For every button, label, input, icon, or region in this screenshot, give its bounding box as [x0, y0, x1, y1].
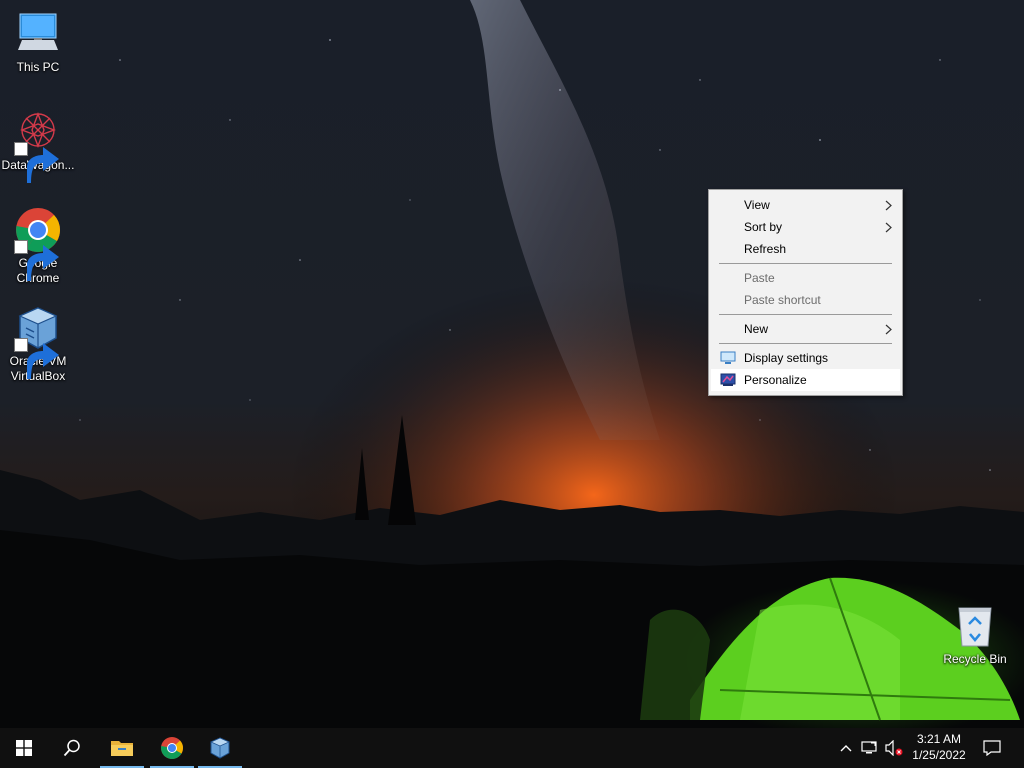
shortcut-arrow-icon [14, 338, 59, 379]
search-icon [63, 739, 80, 757]
menu-item-display-settings[interactable]: Display settings [711, 347, 900, 369]
desktop-icon-label: This PC [16, 60, 60, 74]
taskbar-file-explorer[interactable] [98, 728, 146, 768]
menu-item-label: Refresh [744, 242, 787, 256]
chevron-right-icon [885, 324, 892, 335]
menu-item-view[interactable]: View [711, 194, 900, 216]
action-center-button[interactable] [982, 738, 1002, 758]
menu-item-label: Paste [744, 271, 775, 285]
desktop-icon-datawagon[interactable]: DataWagon... [0, 108, 76, 183]
menu-item-label: Display settings [744, 351, 829, 365]
start-button[interactable] [0, 728, 48, 768]
menu-item-label: New [744, 322, 769, 336]
chevron-right-icon [885, 200, 892, 211]
menu-item-label: Personalize [744, 373, 807, 387]
personalize-icon [720, 373, 736, 387]
network-disconnected-icon [861, 741, 877, 754]
chevron-up-icon [840, 745, 852, 752]
network-tray-button[interactable] [860, 738, 880, 758]
volume-muted-icon [885, 740, 903, 756]
menu-item-label: Sort by [744, 220, 783, 234]
desktop-icon-this-pc[interactable]: This PC [0, 10, 76, 75]
menu-separator [719, 314, 892, 315]
desktop-icon-recycle-bin[interactable]: Recycle Bin [937, 602, 1013, 667]
menu-item-paste-shortcut: Paste shortcut [711, 289, 900, 311]
desktop-icon-google-chrome[interactable]: Google Chrome [0, 206, 76, 286]
menu-item-personalize[interactable]: Personalize [711, 369, 900, 391]
shortcut-arrow-icon [14, 240, 59, 281]
computer-icon [18, 13, 58, 50]
menu-item-label: Paste shortcut [744, 293, 821, 307]
chevron-right-icon [885, 222, 892, 233]
desktop-icon-oracle-vm-virtualbox[interactable]: Oracle VM VirtualBox [0, 304, 76, 384]
menu-item-sort-by[interactable]: Sort by [711, 216, 900, 238]
folder-icon [111, 741, 133, 756]
show-hidden-icons-button[interactable] [836, 738, 856, 758]
menu-item-paste: Paste [711, 267, 900, 289]
menu-separator [719, 343, 892, 344]
display-icon [720, 351, 736, 365]
desktop-context-menu: View Sort by Refresh Paste Paste shortcu… [708, 189, 903, 396]
taskbar: 3:21 AM 1/25/2022 [0, 728, 1024, 768]
taskbar-virtualbox[interactable] [196, 728, 244, 768]
volume-tray-button[interactable] [884, 738, 904, 758]
menu-item-refresh[interactable]: Refresh [711, 238, 900, 260]
recycle-bin-icon [958, 607, 992, 647]
virtualbox-icon [210, 737, 230, 759]
desktop-icon-label: Recycle Bin [943, 652, 1007, 666]
action-center-icon [983, 740, 1001, 756]
taskbar-clock[interactable]: 3:21 AM 1/25/2022 [905, 731, 973, 765]
menu-item-new[interactable]: New [711, 318, 900, 340]
search-button[interactable] [48, 728, 96, 768]
menu-separator [719, 263, 892, 264]
clock-date: 1/25/2022 [912, 748, 966, 762]
menu-item-label: View [744, 198, 770, 212]
windows-logo-icon [16, 740, 32, 756]
chrome-icon [161, 737, 183, 759]
taskbar-chrome[interactable] [148, 728, 196, 768]
clock-time: 3:21 AM [916, 732, 962, 746]
shortcut-arrow-icon [14, 142, 59, 183]
